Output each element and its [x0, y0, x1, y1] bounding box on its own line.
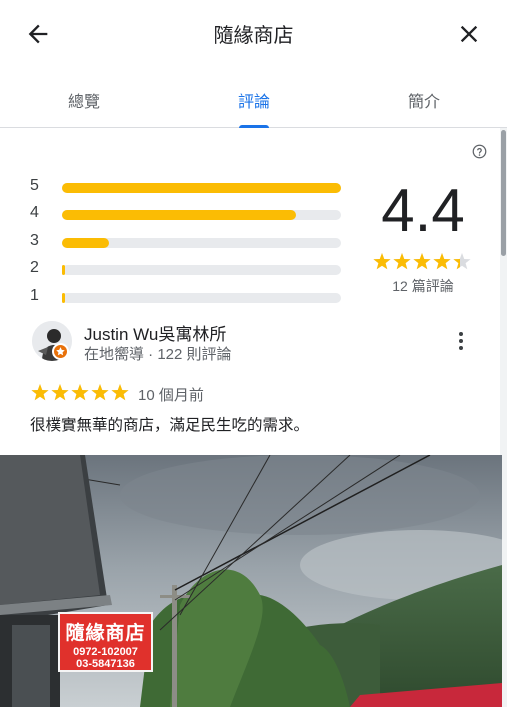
close-icon	[460, 25, 478, 43]
star-filled-icon	[413, 253, 431, 270]
shop-sign-title: 隨緣商店	[65, 623, 146, 644]
rating-bar-track	[62, 293, 341, 303]
rating-row-2[interactable]: 2	[30, 259, 350, 279]
header: 隨緣商店	[0, 0, 507, 66]
star-filled-icon	[51, 384, 69, 401]
star-filled-icon	[433, 253, 451, 270]
help-icon	[472, 144, 487, 159]
review-star-rating	[31, 384, 129, 401]
review-date: 10 個月前	[138, 387, 204, 404]
average-rating: 4.4	[381, 177, 465, 244]
rating-bar-track	[62, 265, 341, 275]
rating-row-4[interactable]: 4	[30, 204, 350, 224]
review-count-link[interactable]: 12 篇評論	[370, 276, 476, 296]
reviewer-name[interactable]: Justin Wu吳寓林所	[84, 320, 226, 345]
tab-reviews[interactable]: 評論	[194, 88, 314, 112]
star-filled-icon	[31, 384, 49, 401]
tab-overview[interactable]: 總覽	[24, 88, 144, 112]
close-button[interactable]	[455, 20, 483, 48]
rating-bar-fill	[62, 238, 110, 248]
active-tab-indicator	[239, 125, 269, 128]
rating-bar-fill	[62, 265, 65, 275]
review-photo[interactable]: 隨緣商店 0972-102007 03-5847136	[0, 455, 502, 707]
star-filled-icon	[373, 253, 391, 270]
tab-bar: 總覽 評論 簡介	[0, 66, 507, 128]
tab-about[interactable]: 簡介	[364, 88, 484, 112]
rating-bar-fill	[62, 210, 297, 220]
rating-row-label: 2	[30, 259, 39, 276]
star-filled-icon	[111, 384, 129, 401]
star-badge-icon	[56, 347, 65, 356]
star-filled-icon	[91, 384, 109, 401]
shop-sign-phone-1: 0972-102007	[73, 646, 138, 658]
rating-row-1[interactable]: 1	[30, 287, 350, 307]
review-text: 很樸實無華的商店，滿足民生吃的需求。	[30, 417, 310, 434]
rating-bar-track	[62, 183, 341, 193]
rating-row-3[interactable]: 3	[30, 232, 350, 252]
shop-sign-phone-2: 03-5847136	[76, 658, 135, 670]
rating-bar-fill	[62, 293, 65, 303]
shop-sign: 隨緣商店 0972-102007 03-5847136	[58, 612, 153, 672]
rating-bar-fill	[62, 183, 341, 193]
more-vert-icon	[459, 332, 463, 350]
rating-bar-track	[62, 210, 341, 220]
summary-star-rating	[373, 253, 471, 270]
help-button[interactable]	[472, 144, 487, 159]
page-title: 隨緣商店	[213, 25, 294, 47]
rating-row-label: 3	[30, 232, 39, 249]
rating-row-label: 1	[30, 287, 39, 304]
reviewer-meta: 在地嚮導 · 122 則評論	[84, 346, 232, 363]
star-filled-icon	[71, 384, 89, 401]
rating-row-label: 5	[30, 177, 39, 194]
rating-bar-track	[62, 238, 341, 248]
star-filled-icon	[393, 253, 411, 270]
rating-row-label: 4	[30, 204, 39, 221]
scrollbar-thumb[interactable]	[501, 130, 506, 256]
local-guide-badge	[52, 343, 69, 360]
more-options-button[interactable]	[452, 330, 470, 352]
rating-row-5[interactable]: 5	[30, 177, 350, 197]
